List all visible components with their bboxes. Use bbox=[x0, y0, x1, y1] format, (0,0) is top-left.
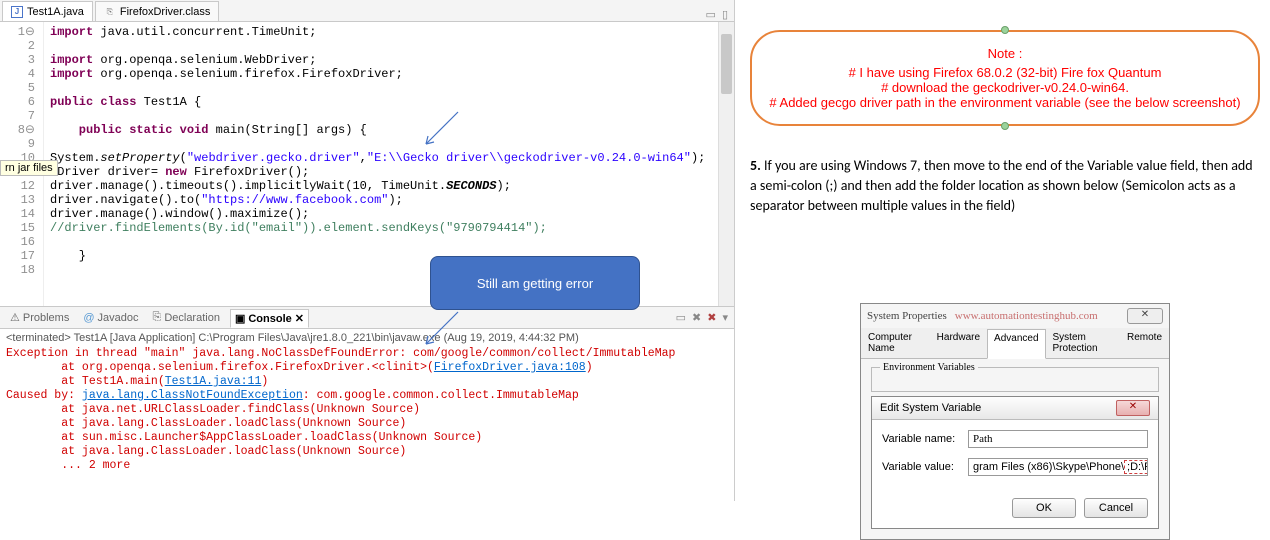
console-remove-icon[interactable]: ✖ bbox=[692, 311, 701, 324]
console-remove-all-icon[interactable]: ✖ bbox=[707, 311, 716, 324]
stacktrace-link[interactable]: java.lang.ClassNotFoundException bbox=[82, 389, 303, 402]
class-file-icon: ⎘ bbox=[104, 6, 116, 18]
env-legend: Environment Variables bbox=[880, 362, 978, 373]
stacktrace-link[interactable]: Test1A.java:11 bbox=[165, 375, 262, 388]
console-menu-icon[interactable]: ▾ bbox=[722, 311, 728, 324]
variable-name-input[interactable] bbox=[968, 430, 1148, 448]
sysprops-tabs: Computer Name Hardware Advanced System P… bbox=[861, 328, 1169, 359]
sys-tab-remote[interactable]: Remote bbox=[1120, 328, 1169, 358]
shape-handle-icon[interactable] bbox=[1001, 26, 1009, 34]
view-tab-problems[interactable]: ⚠Problems bbox=[6, 309, 73, 326]
system-properties-window: System Properties www.automationtestingh… bbox=[860, 303, 1170, 540]
environment-variables-group: Environment Variables bbox=[871, 367, 1159, 392]
stacktrace-link[interactable]: FirefoxDriver.java:108 bbox=[434, 361, 586, 374]
annotation-callout: Still am getting error bbox=[430, 256, 640, 310]
ok-button[interactable]: OK bbox=[1012, 498, 1076, 518]
view-tab-javadoc[interactable]: @Javadoc bbox=[79, 310, 142, 326]
console-icon: ▣ bbox=[235, 312, 245, 325]
edit-var-title: Edit System Variable bbox=[880, 402, 981, 414]
view-tab-console[interactable]: ▣ Console ✕ bbox=[230, 309, 309, 328]
tab-label: FirefoxDriver.class bbox=[120, 6, 210, 18]
note-callout: Note : # I have using Firefox 68.0.2 (32… bbox=[750, 30, 1260, 126]
console-launch-info: <terminated> Test1A [Java Application] C… bbox=[0, 329, 734, 347]
problems-icon: ⚠ bbox=[10, 311, 20, 324]
cancel-button[interactable]: Cancel bbox=[1084, 498, 1148, 518]
editor-tab-test1a[interactable]: J Test1A.java bbox=[2, 1, 93, 21]
window-close-button[interactable]: ✕ bbox=[1127, 308, 1163, 324]
dialog-close-button[interactable]: ✕ bbox=[1116, 400, 1150, 416]
sys-tab-computer-name[interactable]: Computer Name bbox=[861, 328, 930, 358]
variable-value-label: Variable value: bbox=[882, 461, 962, 473]
console-pin-icon[interactable]: ▭ bbox=[676, 311, 686, 324]
java-file-icon: J bbox=[11, 6, 23, 18]
sysprops-title: System Properties bbox=[867, 310, 947, 322]
variable-value-input[interactable]: gram Files (x86)\Skype\Phone\;D:\Firefox… bbox=[968, 458, 1148, 476]
view-tab-declaration[interactable]: ⎘Declaration bbox=[149, 309, 224, 326]
console-output[interactable]: Exception in thread "main" java.lang.NoC… bbox=[0, 347, 734, 473]
variable-name-label: Variable name: bbox=[882, 433, 962, 445]
edit-system-variable-dialog: Edit System Variable ✕ Variable name: Va… bbox=[871, 396, 1159, 529]
javadoc-icon: @ bbox=[83, 312, 94, 324]
shape-handle-icon[interactable] bbox=[1001, 122, 1009, 130]
sys-tab-advanced[interactable]: Advanced bbox=[987, 329, 1045, 359]
editor-vertical-scrollbar[interactable] bbox=[718, 22, 734, 306]
tab-label: Test1A.java bbox=[27, 6, 84, 18]
hover-tooltip: rn jar files bbox=[0, 160, 58, 176]
highlighted-value: ;D:\Firefox\ bbox=[1124, 460, 1148, 474]
note-line: # Added gecgo driver path in the environ… bbox=[766, 95, 1244, 110]
editor-tab-firefoxdriver[interactable]: ⎘ FirefoxDriver.class bbox=[95, 1, 219, 21]
note-line: # I have using Firefox 68.0.2 (32-bit) F… bbox=[766, 65, 1244, 80]
toolbar-icon[interactable]: ▭ bbox=[706, 8, 716, 21]
step-5-text: 5. If you are using Windows 7, then move… bbox=[750, 156, 1260, 216]
toolbar-icon[interactable]: ▯ bbox=[722, 8, 728, 21]
declaration-icon: ⎘ bbox=[153, 311, 162, 324]
watermark-url: www.automationtestinghub.com bbox=[955, 310, 1098, 322]
editor-tabbar: J Test1A.java ⎘ FirefoxDriver.class ▭ ▯ bbox=[0, 0, 734, 22]
sys-tab-system-protection[interactable]: System Protection bbox=[1046, 328, 1120, 358]
sys-tab-hardware[interactable]: Hardware bbox=[930, 328, 987, 358]
bottom-view-tabbar: ⚠Problems @Javadoc ⎘Declaration ▣ Consol… bbox=[0, 307, 734, 329]
note-title: Note : bbox=[766, 46, 1244, 61]
note-line: # download the geckodriver-v0.24.0-win64… bbox=[766, 80, 1244, 95]
